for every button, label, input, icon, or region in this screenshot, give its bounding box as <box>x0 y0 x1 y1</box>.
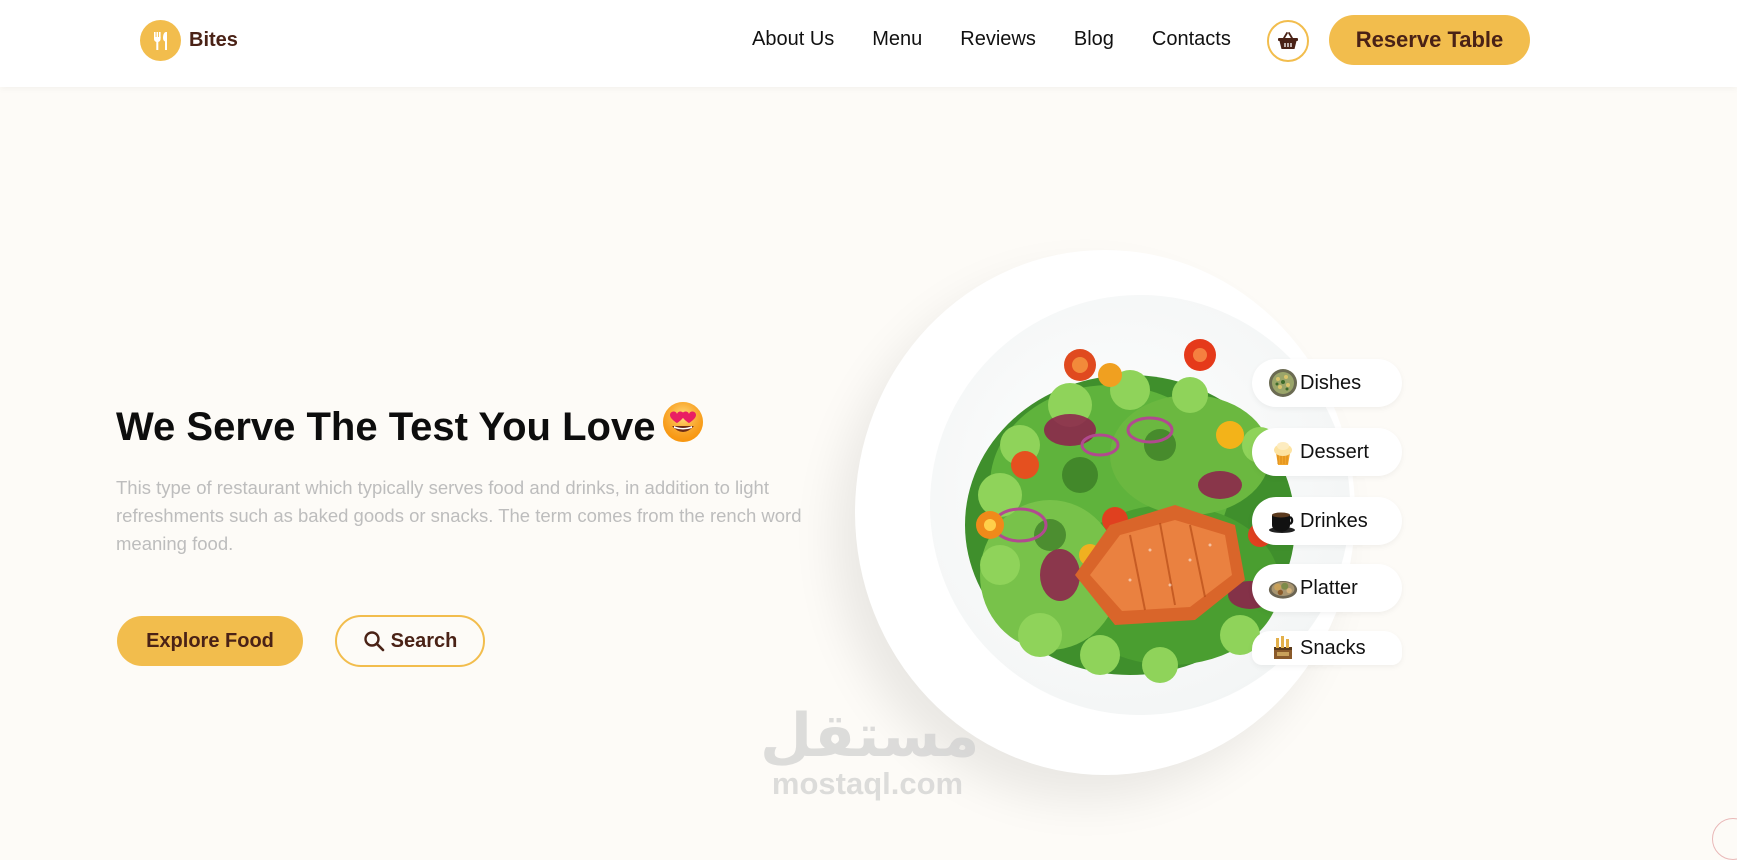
search-button-label: Search <box>390 629 458 652</box>
category-platter[interactable]: Platter <box>1252 564 1402 612</box>
search-icon <box>363 631 384 652</box>
category-dessert[interactable]: Dessert <box>1252 428 1402 476</box>
coffee-cup-icon <box>1268 506 1298 536</box>
main-nav: About Us Menu Reviews Blog Contacts <box>752 28 1269 51</box>
category-dishes[interactable]: Dishes <box>1252 359 1402 407</box>
category-label: Drinkes <box>1300 509 1368 532</box>
logo[interactable]: Bites <box>140 20 238 61</box>
snacks-bag-icon <box>1268 633 1298 663</box>
category-label: Dishes <box>1300 371 1362 394</box>
nav-reviews[interactable]: Reviews <box>960 28 1036 51</box>
hero-description: This type of restaurant which typically … <box>116 477 802 554</box>
fork-spoon-icon <box>140 20 181 61</box>
watermark: مستقل mostaql.com <box>760 701 980 801</box>
nav-blog[interactable]: Blog <box>1074 28 1114 51</box>
basket-icon <box>1278 32 1298 49</box>
hero-title: We Serve The Test You Love <box>116 400 705 454</box>
explore-food-button[interactable]: Explore Food <box>117 616 303 666</box>
cart-button[interactable] <box>1267 20 1309 62</box>
platter-icon <box>1268 573 1298 603</box>
dish-bowl-icon <box>1268 368 1298 398</box>
cupcake-icon <box>1268 437 1298 467</box>
category-drinkes[interactable]: Drinkes <box>1252 497 1402 545</box>
category-label: Platter <box>1300 576 1358 599</box>
category-label: Dessert <box>1300 440 1369 463</box>
site-header: Bites About Us Menu Reviews Blog Contact… <box>0 0 1737 87</box>
reserve-table-button[interactable]: Reserve Table <box>1329 15 1530 65</box>
nav-about-us[interactable]: About Us <box>752 28 834 51</box>
watermark-latin: mostaql.com <box>771 766 964 801</box>
nav-contacts[interactable]: Contacts <box>1152 28 1231 51</box>
category-snacks[interactable]: Snacks <box>1252 631 1402 665</box>
heart-eyes-emoji-icon <box>661 400 705 454</box>
nav-menu[interactable]: Menu <box>872 28 922 51</box>
corner-decoration <box>1712 818 1737 860</box>
hero-title-text: We Serve The Test You Love <box>116 404 656 449</box>
search-button[interactable]: Search <box>335 615 485 667</box>
watermark-arabic: مستقل <box>760 701 980 771</box>
category-label: Snacks <box>1300 636 1366 659</box>
logo-text: Bites <box>189 29 238 51</box>
